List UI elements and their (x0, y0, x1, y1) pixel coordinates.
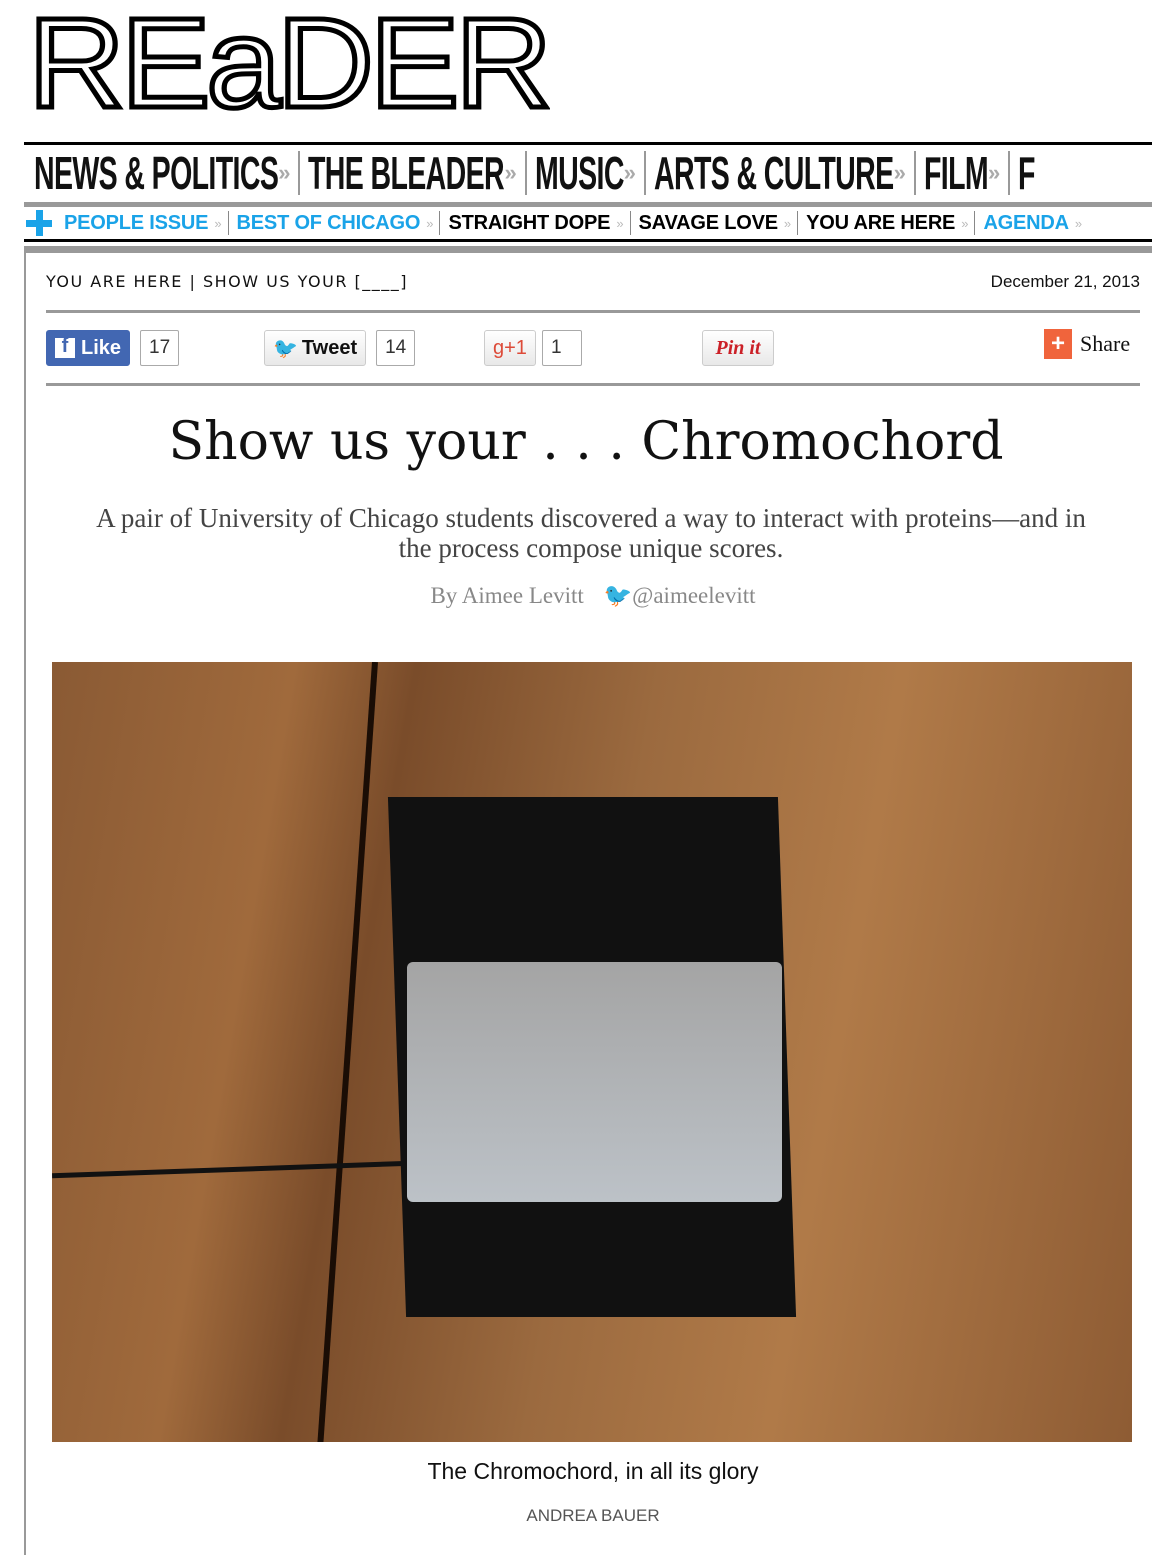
main-nav-label: MUSIC (534, 147, 624, 199)
raquo-icon: » (961, 215, 969, 231)
photo-caption: The Chromochord, in all its glory (427, 1458, 759, 1484)
raquo-icon: » (278, 160, 291, 185)
main-nav: NEWS & POLITICS» THE BLEADER» MUSIC» ARTS &… (34, 146, 1036, 200)
share-widget[interactable]: + Share (1044, 326, 1130, 362)
nav-separator (629, 211, 631, 235)
sub-nav: PEOPLE ISSUE » BEST OF CHICAGO » STRAIGHT DO… (24, 209, 1088, 237)
raquo-icon: » (623, 160, 636, 185)
raquo-icon: » (1074, 215, 1083, 231)
nav-separator (913, 151, 916, 195)
sub-nav-item[interactable]: SAVAGE LOVE (639, 212, 779, 235)
article-photo[interactable] (52, 662, 1132, 1442)
tweet-widget: 🐦 Tweet 14 (264, 330, 416, 366)
byline: By Aimee Levitt 🐦@aimeelevitt (0, 582, 1152, 609)
facebook-icon: f (55, 335, 75, 358)
photo-credit: ANDREA BAUER (526, 1506, 660, 1525)
divider (46, 383, 1140, 386)
sub-nav-item[interactable]: YOU ARE HERE (806, 212, 955, 235)
nav-separator (974, 211, 976, 235)
divider (24, 142, 1152, 145)
raquo-icon: » (893, 160, 906, 185)
sub-nav-item[interactable]: AGENDA (983, 212, 1069, 235)
main-nav-label: ARTS & CULTURE (653, 147, 894, 199)
main-nav-item[interactable]: THE BLEADER» (308, 146, 516, 200)
article-deck: A pair of University of Chicago students… (96, 503, 1086, 563)
twitter-bird-icon: 🐦 (273, 337, 298, 360)
twitter-bird-icon: 🐦 (603, 583, 633, 608)
gplus-count: 1 (541, 330, 582, 366)
divider (24, 239, 1152, 242)
nav-separator (298, 151, 301, 195)
reader-logo[interactable]: REaDER (25, 0, 554, 130)
divider (24, 202, 1152, 207)
main-nav-item[interactable]: NEWS & POLITICS» (34, 146, 290, 200)
sub-nav-item[interactable]: PEOPLE ISSUE (64, 212, 209, 235)
photo-chromochord-tray (407, 962, 782, 1202)
photo-cable (52, 1160, 412, 1179)
main-nav-item[interactable]: F (1018, 146, 1035, 200)
divider (24, 246, 1152, 253)
gplus-widget: g+1 1 (484, 330, 582, 366)
facebook-like-widget: f Like 17 (46, 330, 180, 366)
publish-date: December 21, 2013 (990, 272, 1140, 291)
nav-separator (439, 211, 441, 235)
photo-table-seam (316, 662, 378, 1442)
main-nav-item[interactable]: ARTS & CULTURE» (654, 146, 906, 200)
raquo-icon: » (987, 160, 1001, 185)
divider (46, 310, 1140, 313)
gplus-button[interactable]: g+1 (484, 330, 536, 366)
share-plus-icon: + (1044, 329, 1072, 359)
like-count: 17 (140, 330, 180, 366)
nav-separator (797, 211, 799, 235)
article-title: Show us your . . . Chromochord (168, 412, 1004, 472)
breadcrumb[interactable]: YOU ARE HERE | SHOW US YOUR [____] (46, 272, 408, 291)
facebook-like-button[interactable]: f Like (46, 330, 131, 366)
sub-nav-item[interactable]: BEST OF CHICAGO (237, 212, 421, 235)
main-nav-label: FILM (923, 147, 989, 199)
raquo-icon: » (616, 215, 624, 231)
nav-separator (1008, 151, 1011, 195)
main-nav-item[interactable]: MUSIC» (535, 146, 636, 200)
nav-separator (643, 151, 646, 195)
nav-separator (227, 211, 229, 235)
plus-icon[interactable] (26, 210, 52, 236)
pinterest-widget: Pin it (702, 330, 774, 366)
main-nav-label: THE BLEADER (308, 147, 505, 199)
author-link[interactable]: By Aimee Levitt (430, 583, 583, 608)
raquo-icon: » (214, 215, 222, 231)
raquo-icon: » (504, 160, 517, 185)
sub-nav-item[interactable]: STRAIGHT DOPE (448, 212, 610, 235)
main-nav-label: NEWS & POLITICS (34, 147, 279, 199)
pin-it-button[interactable]: Pin it (702, 330, 774, 366)
nav-separator (524, 151, 527, 195)
tweet-button[interactable]: 🐦 Tweet (264, 330, 367, 366)
main-nav-label: F (1018, 147, 1036, 199)
tweet-count: 14 (376, 330, 416, 366)
author-twitter-link[interactable]: @aimeelevitt (632, 583, 755, 608)
main-nav-item[interactable]: FILM» (924, 146, 1000, 200)
raquo-icon: » (426, 215, 434, 231)
raquo-icon: » (783, 215, 792, 231)
